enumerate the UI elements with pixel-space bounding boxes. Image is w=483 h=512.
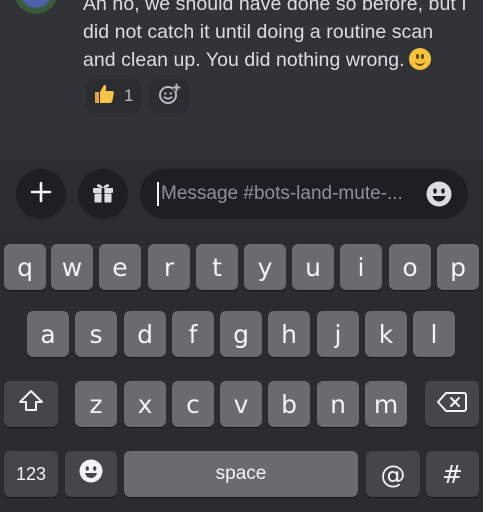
key-a[interactable]: a [27,311,69,357]
key-l[interactable]: l [413,311,455,357]
gift-button[interactable] [78,169,128,219]
chat-area: Ah no, we should have done so before, bu… [0,0,483,160]
key-p[interactable]: p [437,244,479,290]
key-u[interactable]: u [292,244,334,290]
emoji-icon [78,458,104,490]
message-content: Ah no, we should have done so before, bu… [83,0,483,74]
message-input-placeholder: Message #bots-land-mute-... [161,183,403,204]
on-screen-keyboard: q w e r t y u i o p a s d f g h j k l z … [0,230,483,512]
key-b[interactable]: b [268,381,310,427]
key-x[interactable]: x [124,381,166,427]
hash-key[interactable]: # [426,451,479,497]
message-input[interactable]: Message #bots-land-mute-... [140,169,468,219]
key-m[interactable]: m [365,381,407,427]
key-o[interactable]: o [389,244,431,290]
emoji-picker-button[interactable] [422,177,456,211]
reaction-count: 1 [124,86,134,105]
key-z[interactable]: z [75,381,117,427]
key-y[interactable]: y [244,244,286,290]
key-g[interactable]: g [220,311,262,357]
add-reaction-icon [157,82,181,111]
text-caret [157,182,159,206]
emoji-icon [426,181,452,207]
at-key[interactable]: @ [366,451,420,497]
numbers-key[interactable]: 123 [4,451,58,497]
shift-key[interactable] [4,381,58,427]
gift-icon [90,179,116,210]
key-v[interactable]: v [220,381,262,427]
key-k[interactable]: k [365,311,407,357]
key-j[interactable]: j [317,311,359,357]
key-t[interactable]: t [196,244,238,290]
key-n[interactable]: n [317,381,359,427]
backspace-key[interactable] [425,381,479,427]
message-line: Ah no, we should have done so before, bu… [83,0,467,15]
shift-icon [18,389,44,419]
key-e[interactable]: e [99,244,141,290]
message-line: did not catch it until doing a routine s… [83,21,434,43]
slightly-smiling-face-icon [408,48,431,70]
backspace-icon [437,390,467,419]
key-s[interactable]: s [75,311,117,357]
key-w[interactable]: w [51,244,93,290]
reaction-thumbs-up[interactable]: 1 [86,79,142,113]
key-d[interactable]: d [124,311,166,357]
message-line: and clean up. You did nothing wrong. [83,46,483,74]
reactions-bar: 1 [86,79,190,113]
add-reaction-button[interactable] [149,79,190,113]
key-q[interactable]: q [4,244,46,290]
key-f[interactable]: f [172,311,214,357]
plus-icon [30,181,52,208]
key-c[interactable]: c [172,381,214,427]
avatar[interactable] [14,0,58,14]
attach-button[interactable] [16,169,66,219]
space-key[interactable]: space [124,451,358,497]
key-r[interactable]: r [148,244,190,290]
message-composer: Message #bots-land-mute-... [0,160,483,230]
emoji-keyboard-key[interactable] [65,451,117,497]
key-h[interactable]: h [268,311,310,357]
key-i[interactable]: i [340,244,382,290]
thumbs-up-icon [92,82,116,111]
